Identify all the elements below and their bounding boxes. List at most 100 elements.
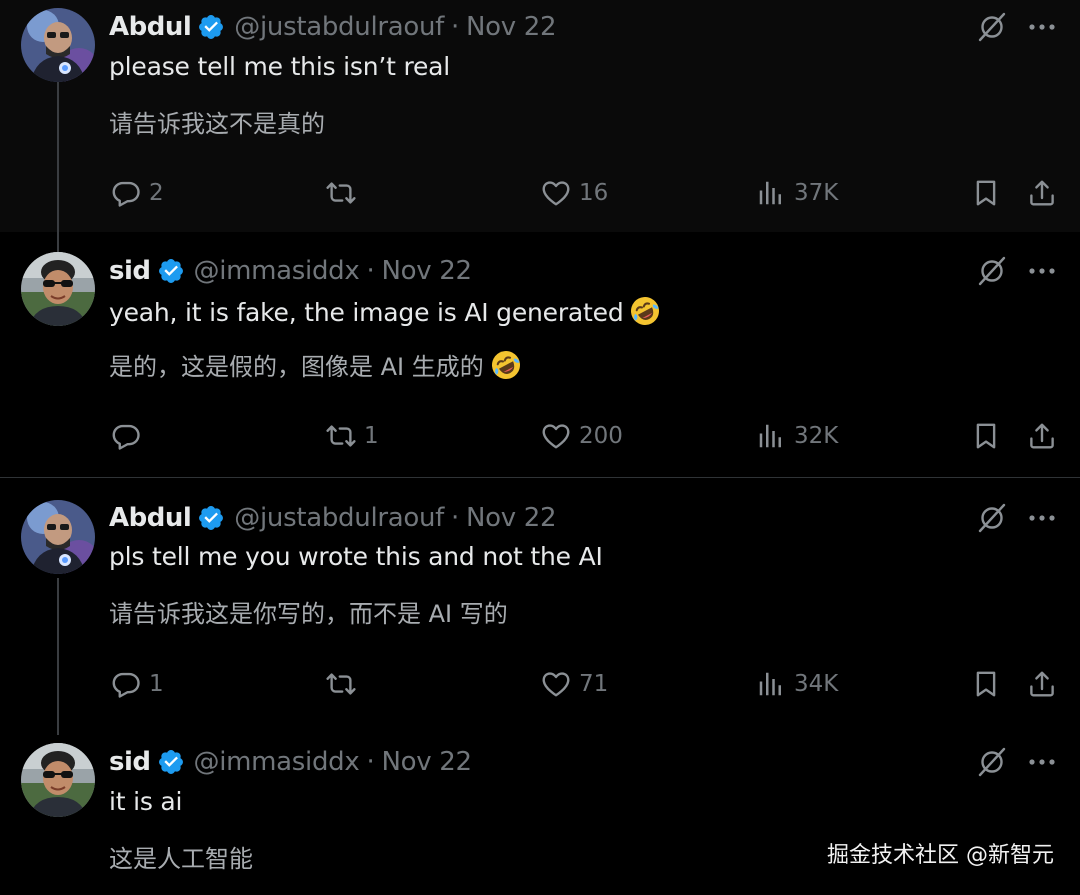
separator: · xyxy=(451,12,459,42)
rolling-on-floor-laughing-emoji xyxy=(490,349,522,381)
like-button[interactable]: 200 xyxy=(541,419,623,453)
tweet-translation: 是的，这是假的，图像是 AI 生成的 xyxy=(109,347,522,382)
tweet-text-content: yeah, it is fake, the image is AI genera… xyxy=(109,298,624,327)
reply-icon xyxy=(111,669,141,699)
repost-count: 1 xyxy=(364,423,379,449)
tweet-4[interactable]: sid @immasiddx · Nov 22 it is ai 这是人工智能 xyxy=(0,735,1080,895)
verified-badge-icon xyxy=(157,748,185,776)
user-handle[interactable]: @immasiddx xyxy=(194,747,360,777)
repost-icon xyxy=(326,178,356,208)
share-button[interactable] xyxy=(1027,667,1057,701)
more-icon[interactable] xyxy=(1026,746,1058,778)
user-handle[interactable]: @justabdulraouf xyxy=(234,503,444,533)
grok-icon[interactable] xyxy=(976,255,1008,287)
reply-button[interactable] xyxy=(111,419,149,453)
tweet-translation-content: 是的，这是假的，图像是 AI 生成的 xyxy=(109,353,484,381)
share-button[interactable] xyxy=(1027,419,1057,453)
reply-count: 1 xyxy=(149,671,164,697)
tweet-date[interactable]: Nov 22 xyxy=(381,256,472,286)
like-icon xyxy=(541,669,571,699)
verified-badge-icon xyxy=(157,257,185,285)
bookmark-button[interactable] xyxy=(971,419,1001,453)
thread-line xyxy=(57,82,59,232)
repost-icon xyxy=(326,421,356,451)
views-button[interactable]: 32K xyxy=(756,419,838,453)
tweet-date[interactable]: Nov 22 xyxy=(466,12,557,42)
views-icon xyxy=(756,669,786,699)
view-count: 37K xyxy=(794,180,839,206)
user-handle[interactable]: @immasiddx xyxy=(194,256,360,286)
tweet-translation: 请告诉我这是你写的，而不是 AI 写的 xyxy=(109,600,508,628)
tweet-2[interactable]: sid @immasiddx · Nov 22 yeah, it is fake… xyxy=(0,232,1080,477)
bookmark-button[interactable] xyxy=(971,667,1001,701)
share-icon xyxy=(1027,421,1057,451)
share-icon xyxy=(1027,178,1057,208)
tweet-text: pls tell me you wrote this and not the A… xyxy=(109,542,603,571)
separator: · xyxy=(366,747,375,777)
repost-button[interactable] xyxy=(326,667,364,701)
view-count: 34K xyxy=(794,671,839,697)
grok-icon[interactable] xyxy=(976,11,1008,43)
tweet-header: Abdul @justabdulraouf · Nov 22 xyxy=(109,10,557,44)
bookmark-icon xyxy=(971,178,1001,208)
views-icon xyxy=(756,421,786,451)
separator: · xyxy=(451,503,459,533)
thread-line xyxy=(57,578,59,735)
tweet-translation: 请告诉我这不是真的 xyxy=(109,110,325,138)
tweet-text: it is ai xyxy=(109,787,183,816)
bookmark-icon xyxy=(971,669,1001,699)
avatar-sid[interactable] xyxy=(21,252,95,326)
views-icon xyxy=(756,178,786,208)
display-name[interactable]: Abdul xyxy=(109,12,192,42)
tweet-date[interactable]: Nov 22 xyxy=(466,503,557,533)
tweet-3[interactable]: Abdul @justabdulraouf · Nov 22 pls tell … xyxy=(0,478,1080,735)
like-button[interactable]: 16 xyxy=(541,176,608,210)
repost-button[interactable]: 1 xyxy=(326,419,379,453)
like-icon xyxy=(541,421,571,451)
avatar-abdul[interactable] xyxy=(21,8,95,82)
view-count: 32K xyxy=(794,423,839,449)
like-button[interactable]: 71 xyxy=(541,667,608,701)
tweet-header: sid @immasiddx · Nov 22 xyxy=(109,745,472,779)
repost-button[interactable] xyxy=(326,176,364,210)
like-icon xyxy=(541,178,571,208)
more-icon[interactable] xyxy=(1026,11,1058,43)
views-button[interactable]: 37K xyxy=(756,176,838,210)
rolling-on-floor-laughing-emoji xyxy=(629,295,661,327)
separator: · xyxy=(366,256,375,286)
share-icon xyxy=(1027,669,1057,699)
user-handle[interactable]: @justabdulraouf xyxy=(234,12,444,42)
share-button[interactable] xyxy=(1027,176,1057,210)
like-count: 200 xyxy=(579,423,623,449)
display-name[interactable]: sid xyxy=(109,256,151,286)
more-icon[interactable] xyxy=(1026,502,1058,534)
bookmark-icon xyxy=(971,421,1001,451)
avatar-sid[interactable] xyxy=(21,743,95,817)
like-count: 71 xyxy=(579,671,609,697)
grok-icon[interactable] xyxy=(976,502,1008,534)
thread-line xyxy=(57,232,59,252)
avatar-abdul[interactable] xyxy=(21,500,95,574)
tweet-translation: 这是人工智能 xyxy=(109,845,253,873)
verified-badge-icon xyxy=(197,504,225,532)
grok-icon[interactable] xyxy=(976,746,1008,778)
like-count: 16 xyxy=(579,180,609,206)
display-name[interactable]: Abdul xyxy=(109,503,192,533)
display-name[interactable]: sid xyxy=(109,747,151,777)
tweet-text: please tell me this isn’t real xyxy=(109,52,451,81)
tweet-1[interactable]: Abdul @justabdulraouf · Nov 22 please te… xyxy=(0,0,1080,232)
reply-count: 2 xyxy=(149,180,164,206)
tweet-header: Abdul @justabdulraouf · Nov 22 xyxy=(109,501,557,535)
reply-button[interactable]: 2 xyxy=(111,176,164,210)
reply-icon xyxy=(111,421,141,451)
more-icon[interactable] xyxy=(1026,255,1058,287)
bookmark-button[interactable] xyxy=(971,176,1001,210)
tweet-date[interactable]: Nov 22 xyxy=(381,747,472,777)
reply-icon xyxy=(111,178,141,208)
tweet-text: yeah, it is fake, the image is AI genera… xyxy=(109,295,661,327)
tweet-header: sid @immasiddx · Nov 22 xyxy=(109,254,472,288)
watermark: 掘金技术社区 @新智元 xyxy=(827,843,1054,868)
views-button[interactable]: 34K xyxy=(756,667,838,701)
reply-button[interactable]: 1 xyxy=(111,667,164,701)
verified-badge-icon xyxy=(197,13,225,41)
